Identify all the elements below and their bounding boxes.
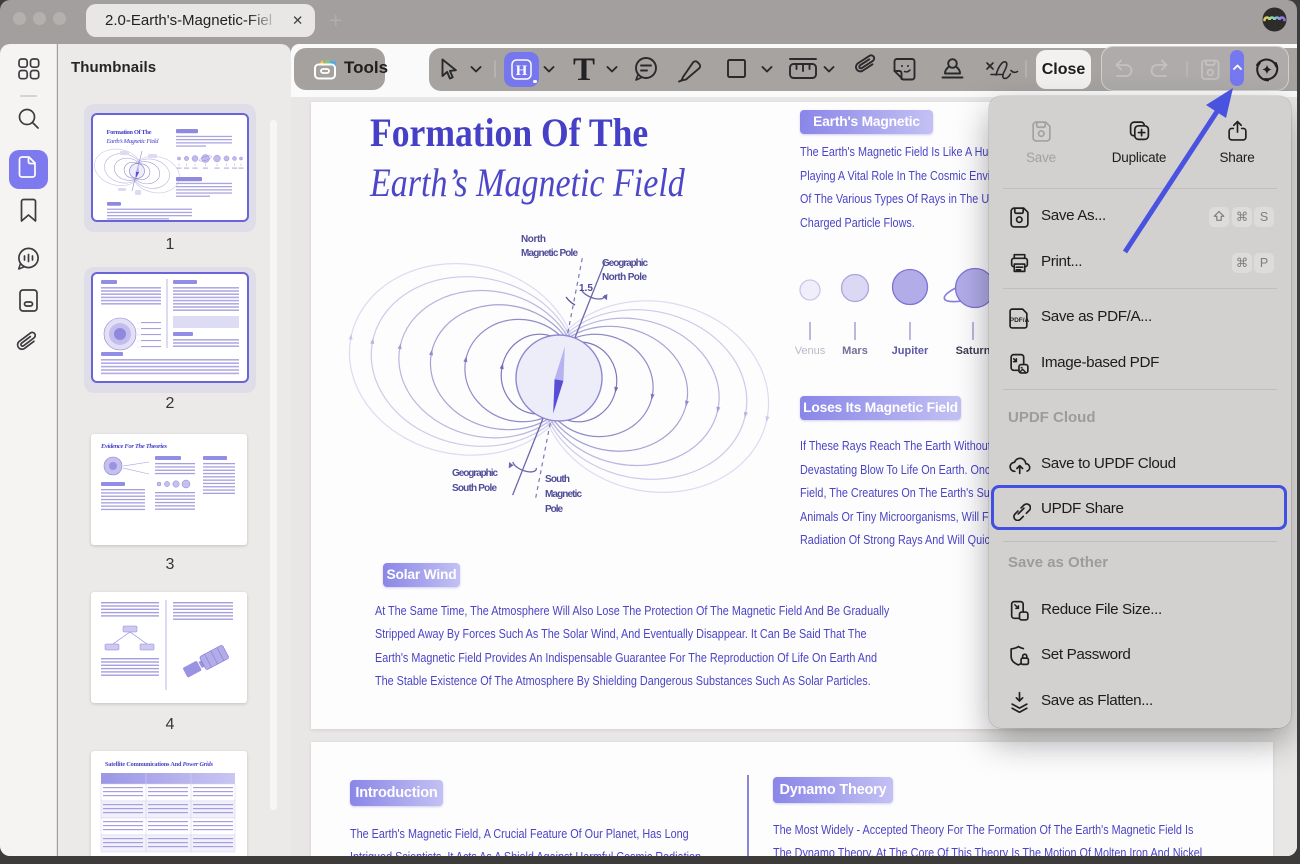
svg-text:Geographic: Geographic <box>602 258 648 269</box>
svg-text:Formation Of The: Formation Of The <box>107 129 152 136</box>
svg-text:South: South <box>545 474 570 485</box>
svg-text:Satellite Communications And P: Satellite Communications And Power Grids <box>105 761 214 768</box>
svg-text:Jupiter: Jupiter <box>892 345 929 357</box>
svg-text:Venus: Venus <box>795 345 826 357</box>
svg-text:Mars: Mars <box>842 345 868 357</box>
svg-text:North Pole: North Pole <box>602 272 647 283</box>
svg-text:T: T <box>573 52 595 88</box>
svg-text:North: North <box>521 234 546 245</box>
svg-text:Saturn: Saturn <box>956 345 991 357</box>
svg-text:1.5: 1.5 <box>579 283 593 294</box>
svg-text:Magnetic Pole: Magnetic Pole <box>521 248 578 259</box>
svg-text:PDF/A: PDF/A <box>1010 317 1030 324</box>
svg-text:Pole: Pole <box>545 504 563 515</box>
svg-text:Evidence For The Theories: Evidence For The Theories <box>100 443 167 450</box>
svg-text:South Pole: South Pole <box>452 483 497 494</box>
svg-text:Earth’s Magnetic Field: Earth’s Magnetic Field <box>106 138 160 145</box>
svg-text:Magnetic: Magnetic <box>545 489 582 500</box>
svg-text:Geographic: Geographic <box>452 468 498 479</box>
